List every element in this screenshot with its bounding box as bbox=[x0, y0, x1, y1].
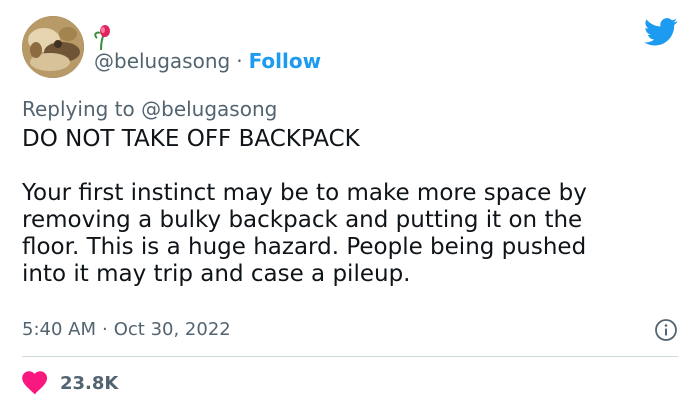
like-count: 23.8K bbox=[60, 372, 119, 394]
separator-dot: · bbox=[102, 319, 108, 340]
tweet-header: @belugasong · Follow bbox=[22, 16, 678, 80]
tweet-card: @belugasong · Follow Replying to @belugaso… bbox=[0, 0, 700, 410]
divider bbox=[22, 356, 678, 357]
separator-dot: · bbox=[236, 49, 243, 73]
replying-to: Replying to @belugasong bbox=[22, 96, 277, 122]
author-row: @belugasong · Follow bbox=[94, 48, 321, 74]
flower-badge-icon bbox=[94, 25, 110, 50]
like-action[interactable]: 23.8K bbox=[22, 370, 118, 396]
avatar-image bbox=[22, 16, 84, 78]
tweet-text-body: Your first instinct may be to make more … bbox=[22, 180, 587, 287]
tweet-timestamp[interactable]: 5:40 AM · Oct 30, 2022 bbox=[22, 318, 231, 342]
replying-to-label: Replying to bbox=[22, 97, 135, 121]
tweet-date: Oct 30, 2022 bbox=[113, 319, 231, 340]
tweet-time: 5:40 AM bbox=[22, 319, 96, 340]
replying-to-mention[interactable]: @belugasong bbox=[141, 97, 277, 121]
follow-button[interactable]: Follow bbox=[249, 49, 322, 73]
author-handle[interactable]: @belugasong bbox=[94, 49, 230, 73]
avatar[interactable] bbox=[22, 16, 84, 78]
info-icon[interactable] bbox=[654, 318, 678, 342]
twitter-bird-icon[interactable] bbox=[644, 18, 678, 46]
heart-icon[interactable] bbox=[22, 371, 48, 395]
tweet-text-line1: DO NOT TAKE OFF BACKPACK bbox=[22, 126, 360, 152]
tweet-text: DO NOT TAKE OFF BACKPACK Your first inst… bbox=[22, 126, 682, 288]
